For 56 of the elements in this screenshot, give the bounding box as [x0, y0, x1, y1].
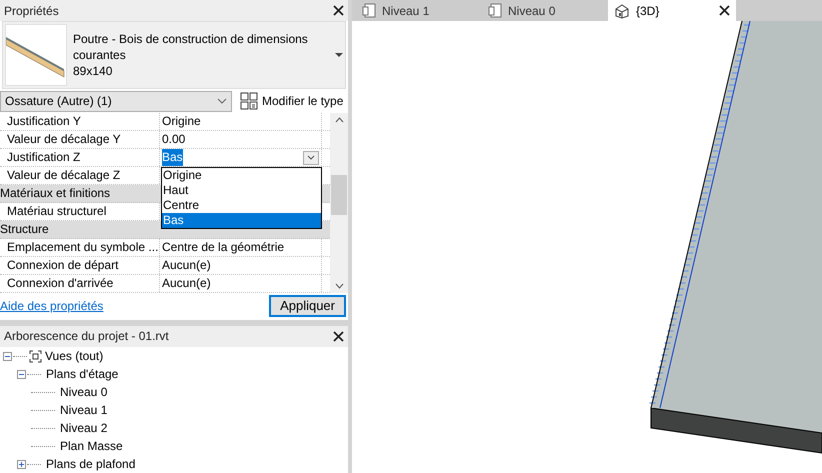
property-label: Justification Z [0, 149, 160, 166]
property-label: Valeur de décalage Y [0, 131, 160, 148]
property-label: Valeur de décalage Z [0, 167, 160, 184]
dropdown-option[interactable]: Haut [162, 183, 321, 198]
expander-icon[interactable] [3, 352, 12, 360]
panel-title: Propriétés [4, 2, 59, 20]
property-value: Centre de la géométrie [160, 239, 322, 256]
tree-item[interactable]: Niveau 1 [60, 401, 108, 419]
house-icon [614, 2, 630, 18]
floor-plan-icon [362, 3, 376, 18]
view-tab[interactable]: Niveau 0 [482, 0, 604, 21]
property-label: Emplacement du symbole ... [0, 239, 160, 256]
group-header[interactable]: Structure [0, 222, 49, 236]
scroll-thumb[interactable] [331, 175, 348, 216]
property-value: 0.00 [160, 131, 322, 148]
help-link[interactable]: Aide des propriétés [0, 296, 104, 315]
close-icon[interactable] [719, 5, 730, 16]
expander-icon[interactable] [17, 370, 26, 378]
property-value: Origine [160, 113, 322, 130]
views-icon [29, 350, 42, 362]
scrollbar[interactable] [330, 113, 348, 294]
property-value-combo[interactable]: Bas [160, 149, 322, 166]
apply-button[interactable]: Appliquer [269, 294, 346, 317]
property-label: Matériau structurel [0, 203, 160, 220]
tree-item[interactable]: Vues (tout) [45, 347, 104, 365]
dropdown-caret-icon [335, 53, 343, 58]
close-icon[interactable] [333, 5, 344, 16]
tree-item[interactable]: Niveau 2 [60, 419, 108, 437]
dropdown-option[interactable]: Centre [162, 198, 321, 214]
property-label: Connexion d'arrivée [0, 275, 160, 292]
type-selector[interactable]: Poutre - Bois de construction de dimensions courantes 89x140 [2, 21, 346, 90]
tree-item[interactable]: Plans d'étage [46, 365, 118, 383]
floor-plan-icon [488, 3, 502, 18]
instance-filter-dropdown[interactable]: Ossature (Autre) (1) [0, 90, 232, 112]
type-name: Poutre - Bois de construction de dimensions courantes 89x140 [73, 31, 309, 80]
property-label: Justification Y [0, 113, 160, 130]
scroll-down-icon[interactable] [334, 283, 344, 290]
property-label: Connexion de départ [0, 257, 160, 274]
tree-item[interactable]: Plan Masse [60, 437, 123, 455]
group-header[interactable]: Matériaux et finitions [0, 186, 110, 200]
tree-item[interactable]: Plans de plafond [46, 455, 136, 473]
chevron-down-icon [217, 98, 227, 104]
chevron-down-icon [307, 155, 315, 160]
scroll-up-icon[interactable] [334, 117, 344, 124]
edit-type-button[interactable]: Modifier le type [238, 92, 346, 110]
property-value: Aucun(e) [160, 275, 322, 292]
expander-icon[interactable] [17, 460, 26, 468]
tree-item[interactable]: Niveau 0 [60, 383, 108, 401]
close-icon[interactable] [333, 330, 344, 342]
property-value: Aucun(e) [160, 257, 322, 274]
view-tab[interactable]: {3D} [608, 0, 736, 21]
dropdown-option[interactable]: Bas [162, 213, 321, 228]
type-properties-icon [240, 92, 258, 110]
view-tab[interactable]: Niveau 1 [356, 0, 478, 21]
dropdown-option[interactable]: Origine [162, 168, 321, 184]
panel-title: Arborescence du projet - 01.rvt [4, 328, 169, 346]
